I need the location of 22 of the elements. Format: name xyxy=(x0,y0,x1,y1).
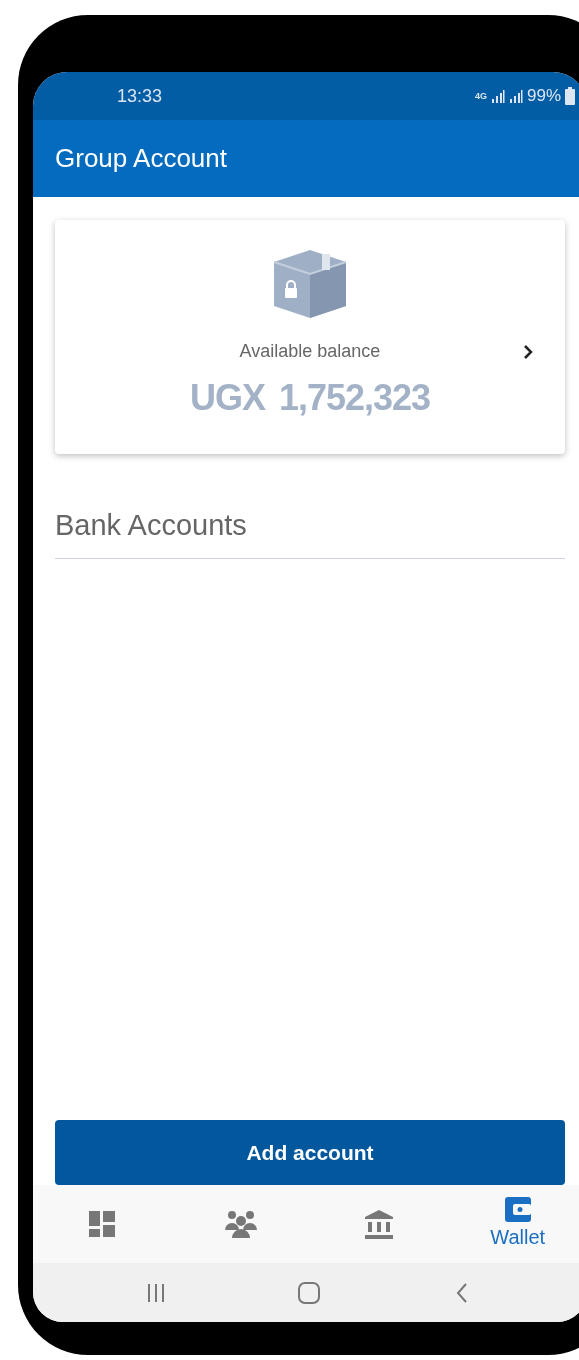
app-title: Group Account xyxy=(55,142,227,175)
wallet-icon xyxy=(504,1196,531,1222)
back-icon[interactable] xyxy=(456,1281,468,1304)
dashboard-icon xyxy=(89,1211,116,1237)
add-account-button[interactable]: Add account xyxy=(55,1120,565,1185)
signal-icon xyxy=(508,89,523,103)
section-heading: Bank Accounts xyxy=(55,504,565,559)
people-icon xyxy=(223,1210,258,1238)
status-time: 13:33 xyxy=(117,84,163,108)
battery-icon xyxy=(565,87,575,105)
balance-label: Available balance xyxy=(239,340,381,363)
network-label: 4G xyxy=(474,91,487,101)
battery-percent: 99% xyxy=(526,85,561,108)
signal-icon xyxy=(490,89,505,103)
locked-box-icon xyxy=(272,248,348,320)
balance-card[interactable]: Available balance UGX 1,752,323 xyxy=(55,220,565,454)
currency: UGX xyxy=(189,376,265,420)
bank-icon xyxy=(364,1209,395,1239)
home-icon[interactable] xyxy=(298,1281,320,1304)
recent-apps-icon[interactable] xyxy=(146,1282,166,1303)
balance-amount: 1,752,323 xyxy=(278,376,431,420)
chevron-right-icon xyxy=(523,344,533,360)
